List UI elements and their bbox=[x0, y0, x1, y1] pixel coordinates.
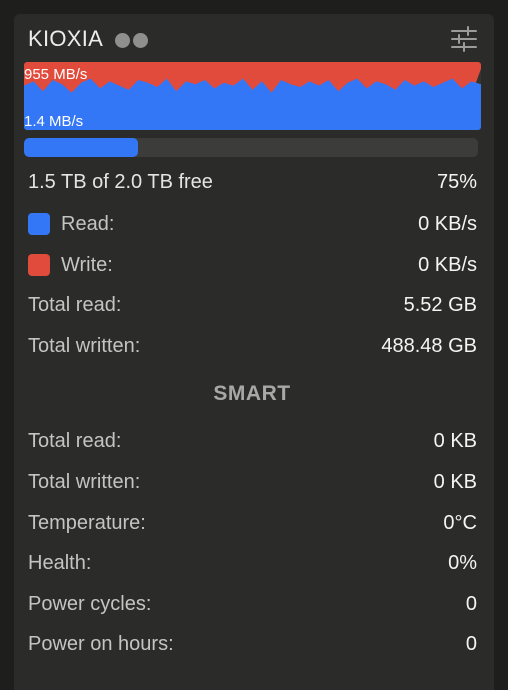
smart-temperature-value: 0°C bbox=[443, 511, 477, 534]
smart-total-written-row: Total written: 0 KB bbox=[28, 469, 477, 495]
disk-title: KIOXIA bbox=[28, 26, 104, 51]
smart-health-value: 0% bbox=[448, 551, 477, 574]
sliders-icon bbox=[451, 26, 477, 52]
read-value: 0 KB/s bbox=[418, 212, 477, 235]
read-status-dot bbox=[115, 32, 131, 48]
panel-header: KIOXIA bbox=[28, 26, 149, 52]
write-color-swatch bbox=[28, 254, 50, 276]
activity-chart: 955 MB/s 1.4 MB/s bbox=[24, 62, 481, 130]
smart-section-title: SMART bbox=[213, 382, 291, 405]
activity-chart-svg bbox=[24, 62, 481, 130]
disk-usage-bar bbox=[24, 138, 478, 157]
read-color-swatch bbox=[28, 213, 50, 235]
smart-total-written-value: 0 KB bbox=[433, 470, 477, 493]
read-row: Read: 0 KB/s bbox=[28, 211, 477, 237]
total-written-value: 488.48 GB bbox=[381, 334, 477, 357]
smart-total-read-row: Total read: 0 KB bbox=[28, 428, 477, 454]
total-read-value: 5.52 GB bbox=[403, 293, 477, 316]
disk-usage-fill bbox=[24, 138, 138, 157]
total-written-row: Total written: 488.48 GB bbox=[28, 333, 477, 359]
disk-free-row: 1.5 TB of 2.0 TB free 75% bbox=[28, 169, 477, 195]
write-label: Write: bbox=[61, 253, 113, 276]
total-read-row: Total read: 5.52 GB bbox=[28, 292, 477, 318]
smart-total-read-label: Total read: bbox=[28, 429, 122, 452]
smart-power-cycles-row: Power cycles: 0 bbox=[28, 591, 477, 617]
write-value: 0 KB/s bbox=[418, 253, 477, 276]
disk-percent: 75% bbox=[436, 170, 477, 193]
smart-health-row: Health: 0% bbox=[28, 550, 477, 576]
smart-power-cycles-value: 0 bbox=[465, 592, 477, 615]
read-label: Read: bbox=[61, 212, 115, 235]
smart-temperature-label: Temperature: bbox=[28, 511, 146, 534]
disk-free-text: 1.5 TB of 2.0 TB free bbox=[28, 170, 213, 193]
smart-power-on-hours-row: Power on hours: 0 bbox=[28, 631, 477, 657]
total-written-label: Total written: bbox=[28, 334, 141, 357]
smart-power-on-hours-label: Power on hours: bbox=[28, 632, 174, 655]
read-speed-label: 955 MB/s bbox=[24, 66, 88, 83]
smart-total-written-label: Total written: bbox=[28, 470, 141, 493]
smart-health-label: Health: bbox=[28, 551, 92, 574]
write-status-dot bbox=[133, 32, 149, 48]
write-row: Write: 0 KB/s bbox=[28, 252, 477, 278]
write-speed-label: 1.4 MB/s bbox=[24, 113, 84, 130]
total-read-label: Total read: bbox=[28, 293, 122, 316]
settings-button[interactable] bbox=[450, 26, 478, 52]
smart-power-cycles-label: Power cycles: bbox=[28, 592, 152, 615]
smart-power-on-hours-value: 0 bbox=[465, 632, 477, 655]
smart-total-read-value: 0 KB bbox=[433, 429, 477, 452]
status-dots bbox=[115, 32, 149, 48]
smart-temperature-row: Temperature: 0°C bbox=[28, 510, 477, 536]
